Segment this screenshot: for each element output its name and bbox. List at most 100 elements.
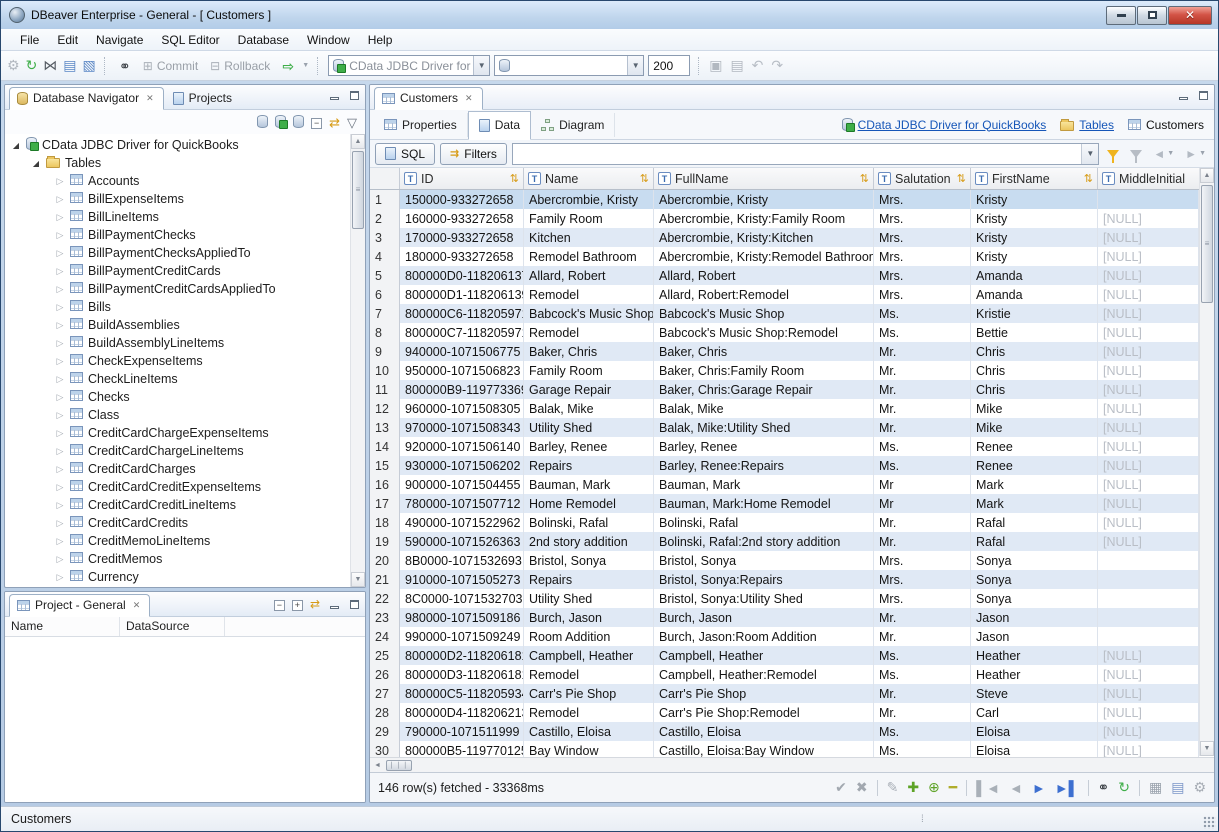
apply-filter-icon[interactable] [1104,150,1122,158]
cell[interactable]: Mr. [874,418,971,437]
row-number[interactable]: 6 [370,285,400,304]
cell[interactable]: Mr. [874,532,971,551]
cell[interactable]: [NULL] [1098,532,1199,551]
row-number[interactable]: 3 [370,228,400,247]
cell[interactable]: Castillo, Eloisa [524,722,654,741]
tab-data[interactable]: Data [468,111,531,140]
cell[interactable] [1098,190,1199,209]
cell[interactable]: Castillo, Eloisa:Bay Window [654,741,874,757]
cell[interactable]: Mr. [874,684,971,703]
cell[interactable]: [NULL] [1098,342,1199,361]
table-row[interactable]: 28800000D4-1182062138RemodelCarr's Pie S… [370,703,1214,722]
collapsed-icon[interactable]: ▷ [55,302,65,313]
tab-project-general[interactable]: Project - General ✕ [9,594,150,617]
cell[interactable]: Jason [971,608,1098,627]
find-in-database-icon[interactable]: ⚭ [115,56,135,76]
cell[interactable]: 8C0000-1071532703 [400,589,524,608]
row-number[interactable]: 9 [370,342,400,361]
cell[interactable]: 780000-1071507712 [400,494,524,513]
cell[interactable]: Ms. [874,304,971,323]
cell[interactable]: 800000B9-1197733691 [400,380,524,399]
menu-navigate[interactable]: Navigate [87,31,152,49]
collapsed-icon[interactable]: ▷ [55,392,65,403]
menu-window[interactable]: Window [298,31,359,49]
cell[interactable]: 800000D3-1182061817 [400,665,524,684]
cell[interactable]: 800000D2-1182061810 [400,646,524,665]
collapsed-icon[interactable]: ▷ [55,446,65,457]
row-number[interactable]: 28 [370,703,400,722]
cell[interactable]: Barley, Renee [524,437,654,456]
cell[interactable] [1098,551,1199,570]
settings-icon[interactable]: ⚙ [1193,779,1206,796]
previous-row-icon[interactable]: ◄ [1009,780,1023,796]
row-number[interactable]: 8 [370,323,400,342]
collapsed-icon[interactable]: ▷ [55,374,65,385]
tab-properties[interactable]: Properties [374,113,468,137]
tree-item-billlineitems[interactable]: ▷BillLineItems [5,208,365,226]
cell[interactable]: Kristy [971,228,1098,247]
minimize-panel-button[interactable] [328,599,340,609]
cell[interactable]: Balak, Mike [524,399,654,418]
cell[interactable]: 910000-1071505273 [400,570,524,589]
cell[interactable]: Garage Repair [524,380,654,399]
tree-item-billpaymentchecks[interactable]: ▷BillPaymentChecks [5,226,365,244]
tree-item-billpaymentcreditcardsappliedto[interactable]: ▷BillPaymentCreditCardsAppliedTo [5,280,365,298]
cell[interactable]: [NULL] [1098,456,1199,475]
sql-button[interactable]: SQL [375,143,435,165]
first-row-icon[interactable]: ▌◄ [976,780,1000,796]
cell[interactable]: Mr. [874,627,971,646]
close-tab-icon[interactable]: ✕ [146,93,154,104]
sort-icon[interactable]: ⇅ [640,172,649,185]
last-row-icon[interactable]: ►▌ [1055,780,1079,796]
cell[interactable]: Bauman, Mark:Home Remodel [654,494,874,513]
row-number[interactable]: 21 [370,570,400,589]
table-row[interactable]: 15930000-1071506202RepairsBarley, Renee:… [370,456,1214,475]
cell[interactable]: Babcock's Music Shop:Remodel [654,323,874,342]
cell[interactable]: Sonya [971,551,1098,570]
cell[interactable]: Remodel [524,703,654,722]
clear-filter-icon[interactable] [1127,150,1145,158]
redo-icon[interactable]: ↷ [771,57,783,74]
cell[interactable]: Castillo, Eloisa [654,722,874,741]
table-row[interactable]: 2160000-933272658Family RoomAbercrombie,… [370,209,1214,228]
cell[interactable]: Repairs [524,570,654,589]
cell[interactable]: Mr [874,475,971,494]
cell[interactable]: Sonya [971,589,1098,608]
cell[interactable]: Kristy [971,209,1098,228]
collapsed-icon[interactable]: ▷ [55,284,65,295]
scroll-up-icon[interactable]: ▲ [1200,168,1214,183]
column-header-name[interactable]: TName⇅ [524,168,654,189]
cell[interactable]: 590000-1071526363 [400,532,524,551]
cell[interactable]: Rafal [971,532,1098,551]
tree-item-checklineitems[interactable]: ▷CheckLineItems [5,370,365,388]
cell[interactable]: Heather [971,665,1098,684]
sort-icon[interactable]: ⇅ [957,172,966,185]
row-number[interactable]: 23 [370,608,400,627]
cell[interactable]: [NULL] [1098,228,1199,247]
table-row[interactable]: 17780000-1071507712Home RemodelBauman, M… [370,494,1214,513]
cell[interactable]: Mrs. [874,551,971,570]
table-row[interactable]: 9940000-1071506775Baker, ChrisBaker, Chr… [370,342,1214,361]
connection-combo[interactable]: CData JDBC Driver for Qu ▼ [328,55,490,76]
sort-icon[interactable]: ⇅ [860,172,869,185]
reconnect-icon[interactable]: ↻ [26,57,38,74]
cell[interactable]: Rafal [971,513,1098,532]
save-icon[interactable]: ▣ [709,57,722,74]
row-number[interactable]: 14 [370,437,400,456]
cell[interactable]: Bauman, Mark [654,475,874,494]
cell[interactable]: 8B0000-1071532693 [400,551,524,570]
cell[interactable]: Carl [971,703,1098,722]
collapsed-icon[interactable]: ▷ [55,176,65,187]
tab-database-navigator[interactable]: Database Navigator ✕ [9,87,164,110]
cell[interactable]: Campbell, Heather:Remodel [654,665,874,684]
cell[interactable]: Sonya [971,570,1098,589]
row-number[interactable]: 20 [370,551,400,570]
cell[interactable]: Mr. [874,608,971,627]
cell[interactable]: Mrs. [874,285,971,304]
row-number[interactable]: 2 [370,209,400,228]
cell[interactable]: Ms. [874,646,971,665]
cell[interactable]: Carr's Pie Shop:Remodel [654,703,874,722]
cell[interactable]: Amanda [971,266,1098,285]
table-row[interactable]: 29790000-1071511999Castillo, EloisaCasti… [370,722,1214,741]
cell[interactable]: Balak, Mike [654,399,874,418]
